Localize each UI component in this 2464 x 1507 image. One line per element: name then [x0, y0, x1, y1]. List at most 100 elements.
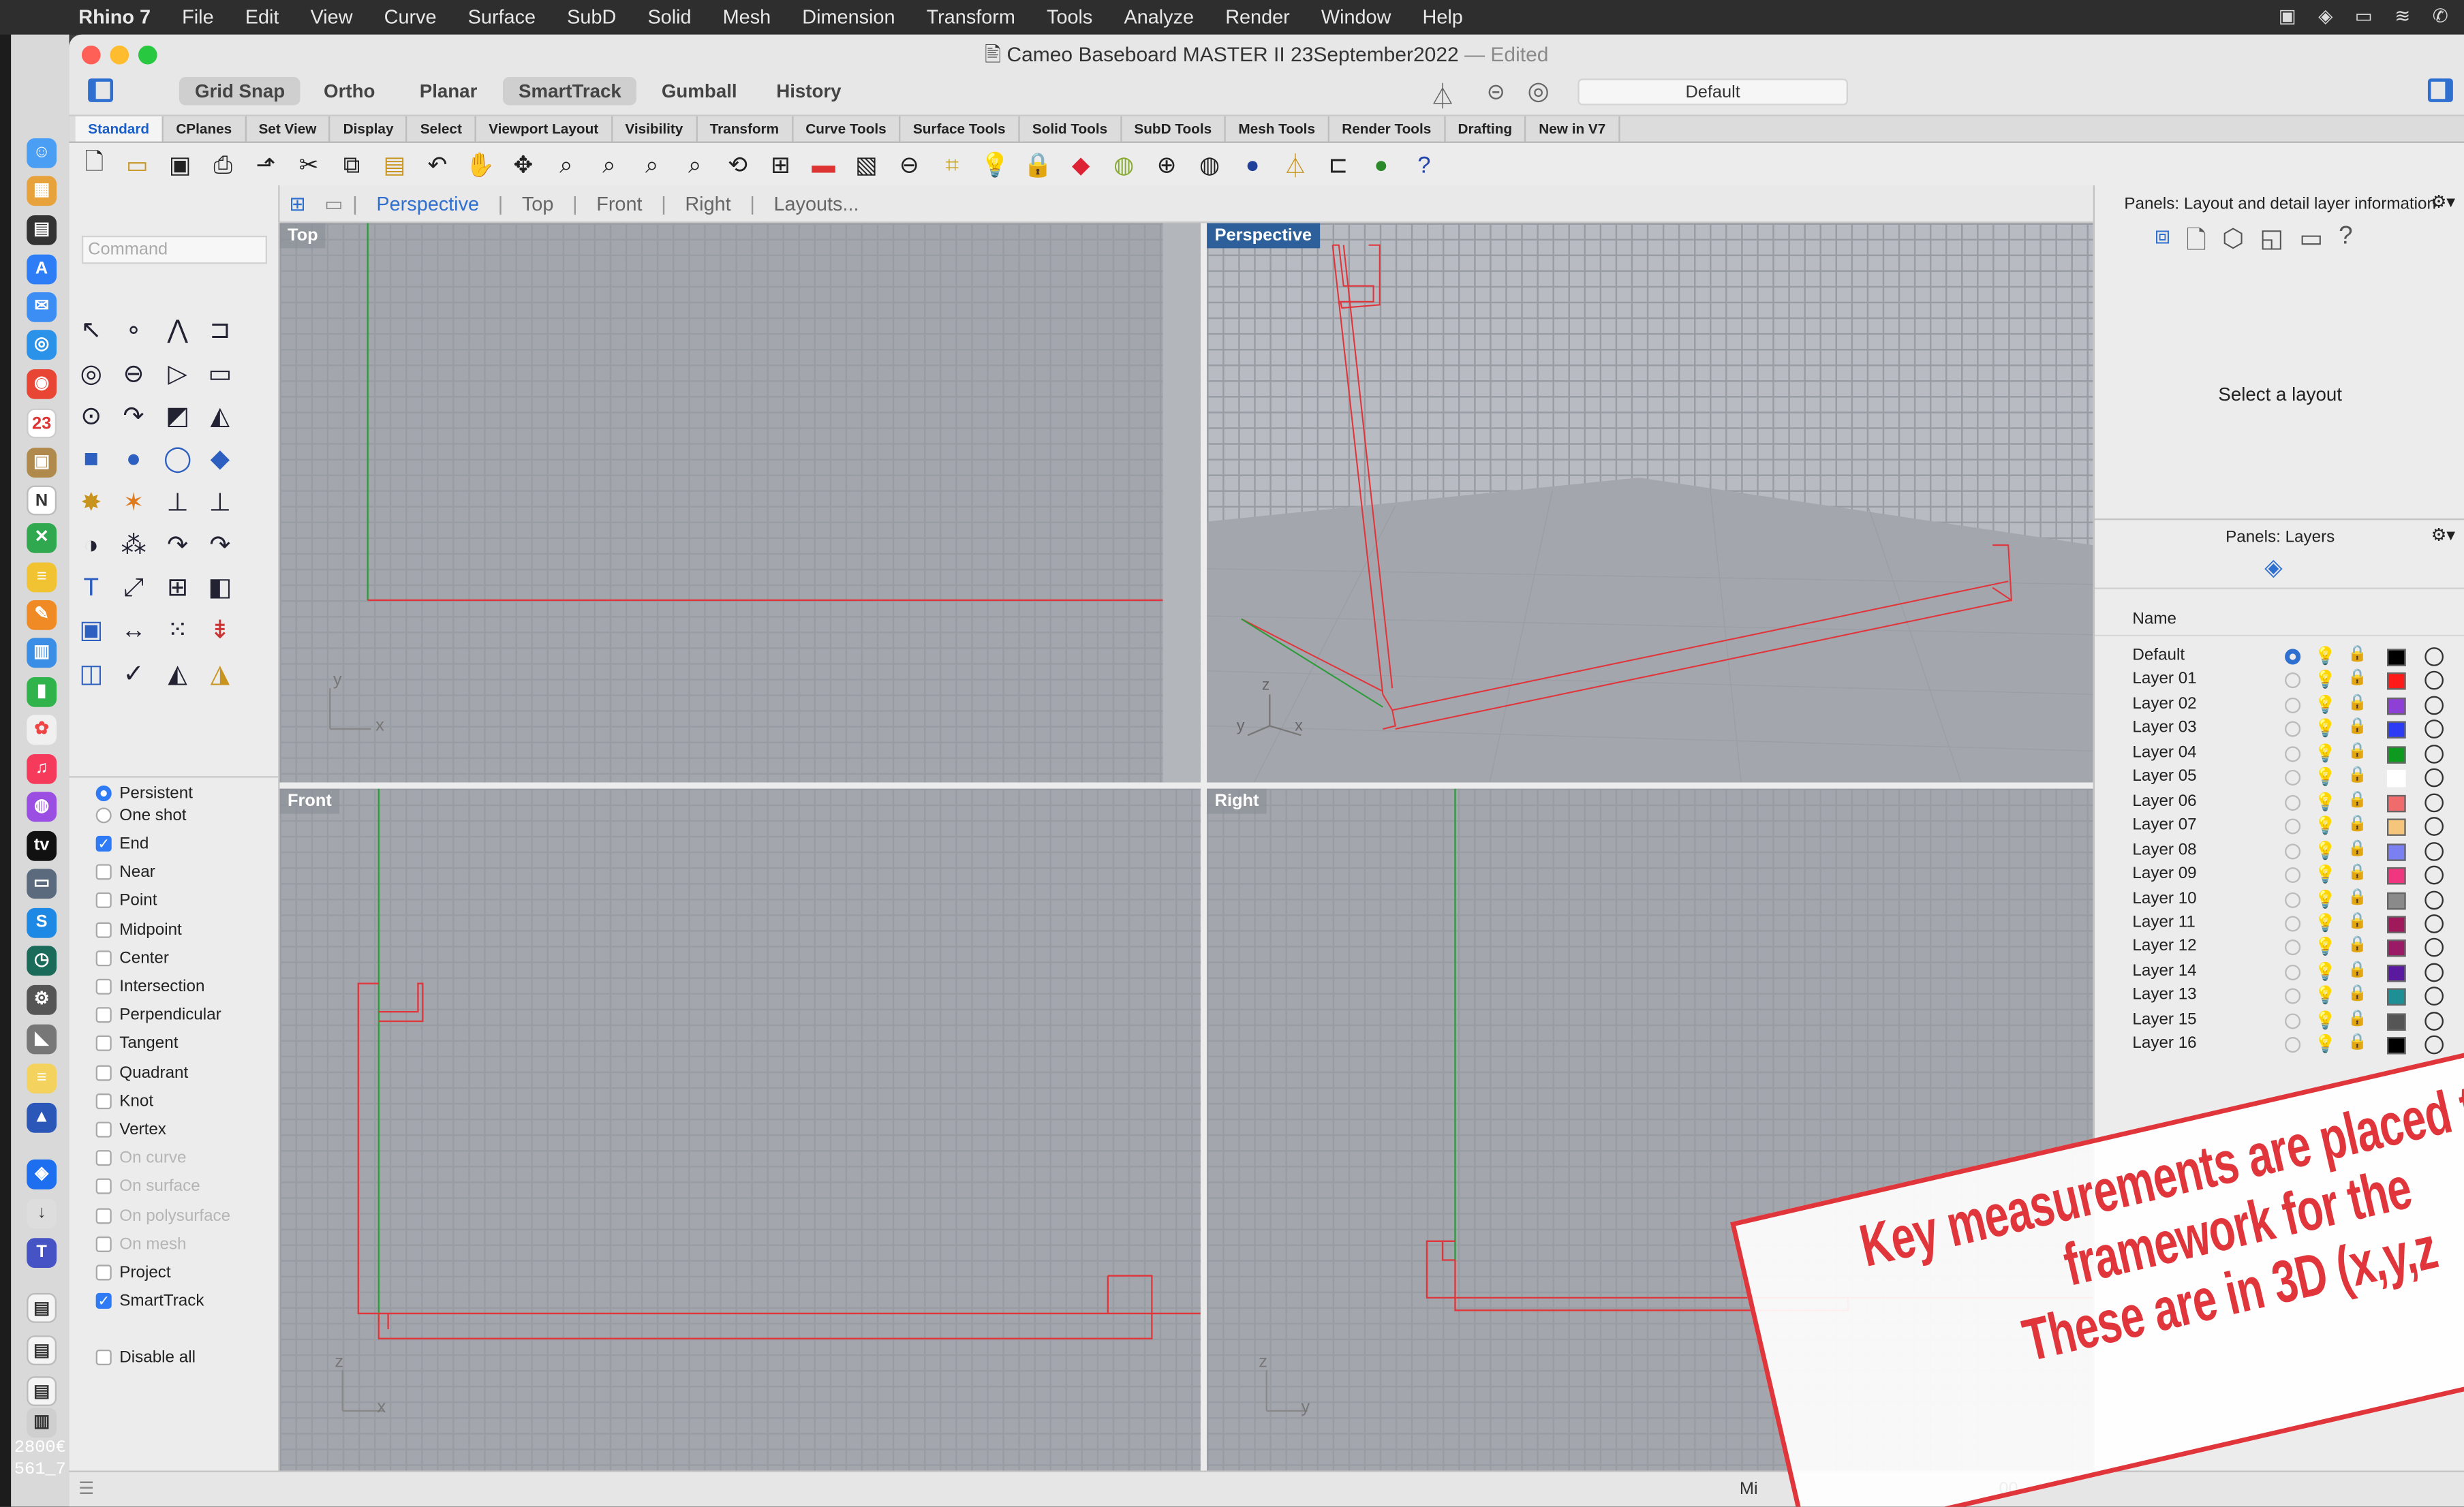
- layer-row[interactable]: Layer 08 💡 🔒: [2095, 840, 2464, 865]
- gear-icon[interactable]: ⚙▾: [2431, 191, 2455, 213]
- sidebar-toggle-icon[interactable]: [88, 78, 114, 102]
- menu-edit[interactable]: Edit: [230, 6, 295, 28]
- rhino-app-icon[interactable]: ◣: [27, 1024, 57, 1055]
- layer-row[interactable]: Layer 04 💡 🔒: [2095, 743, 2464, 767]
- current-layer-radio[interactable]: [2285, 673, 2301, 689]
- one-shot-radio[interactable]: One shot: [95, 803, 187, 828]
- layer-color-swatch[interactable]: [2386, 964, 2406, 982]
- four-viewports-icon[interactable]: ⊞: [762, 148, 799, 183]
- tab-select[interactable]: Select: [407, 116, 476, 142]
- dimension-icon[interactable]: ⏃: [1276, 148, 1314, 183]
- gear-icon[interactable]: ⚙▾: [2431, 525, 2455, 546]
- trash-icon[interactable]: ▥: [27, 1408, 57, 1438]
- help-icon[interactable]: ?: [1405, 148, 1443, 183]
- lightbulb-icon[interactable]: 💡: [2315, 1034, 2337, 1055]
- material-icon[interactable]: ●: [1362, 148, 1400, 183]
- lightbulb-icon[interactable]: 💡: [2315, 1010, 2337, 1031]
- rotate-icon[interactable]: ⟲: [719, 148, 756, 183]
- lock-icon[interactable]: 🔒: [2347, 864, 2367, 881]
- sphere-icon[interactable]: ●: [117, 443, 151, 478]
- tab-right[interactable]: Right: [666, 192, 750, 214]
- split-icon[interactable]: ⊥: [202, 487, 237, 522]
- layer-row[interactable]: Layer 14 💡 🔒: [2095, 961, 2464, 986]
- osnap-end-checkbox[interactable]: ✓ End: [95, 831, 149, 856]
- array-icon[interactable]: ⊞: [160, 572, 195, 606]
- lightbulb-icon[interactable]: 💡: [2315, 840, 2337, 860]
- mission-control-icon[interactable]: ▤: [27, 215, 57, 245]
- tab-render-tools[interactable]: Render Tools: [1329, 116, 1446, 142]
- viewport-top[interactable]: Top y x: [279, 223, 1201, 783]
- material-circle-icon[interactable]: [2424, 696, 2444, 715]
- material-circle-icon[interactable]: [2424, 914, 2444, 933]
- material-circle-icon[interactable]: [2424, 671, 2444, 691]
- lock-icon[interactable]: 🔒: [1019, 148, 1057, 183]
- zoom-extents-icon[interactable]: ⌕: [633, 148, 671, 183]
- render-icon[interactable]: ◮: [202, 658, 237, 693]
- tab-solid-tools[interactable]: Solid Tools: [1019, 116, 1122, 142]
- mesh-icon[interactable]: ◭: [160, 658, 195, 693]
- current-layer-radio[interactable]: [2285, 1037, 2301, 1053]
- lock-icon[interactable]: 🔒: [2347, 937, 2367, 954]
- lock-icon[interactable]: 🔒: [2347, 646, 2367, 663]
- layer-color-swatch[interactable]: [2386, 721, 2406, 739]
- trim-icon[interactable]: ⊥: [160, 487, 195, 522]
- layer-color-swatch[interactable]: [2386, 867, 2406, 885]
- layer-row[interactable]: Layer 11 💡 🔒: [2095, 913, 2464, 937]
- lock-icon[interactable]: 🔒: [2347, 694, 2367, 711]
- lightbulb-icon[interactable]: 💡: [2315, 986, 2337, 1006]
- dimension-icon[interactable]: ↔: [117, 615, 151, 649]
- sweep-icon[interactable]: ↷: [160, 529, 195, 564]
- material-circle-icon[interactable]: [2424, 865, 2444, 885]
- layer-color-icon[interactable]: ◆: [1062, 148, 1100, 183]
- lightbulb-icon[interactable]: 💡: [2315, 792, 2337, 812]
- lightbulb-icon[interactable]: 💡: [2315, 694, 2337, 715]
- lock-icon[interactable]: 🔒: [2347, 1010, 2367, 1027]
- panel-toggle-icon[interactable]: [2427, 78, 2453, 102]
- zoom-selected-icon[interactable]: ⌕: [676, 148, 713, 183]
- menu-analyze[interactable]: Analyze: [1108, 6, 1210, 28]
- layer-color-swatch[interactable]: [2386, 745, 2406, 764]
- osnap-smarttrack-checkbox[interactable]: ✓ SmartTrack: [95, 1288, 204, 1314]
- viewport-perspective[interactable]: Perspective z y x: [1207, 223, 2093, 783]
- current-layer-radio[interactable]: [2285, 939, 2301, 957]
- mirror-icon[interactable]: ◧: [202, 572, 237, 606]
- osnap-intersection-checkbox[interactable]: Intersection: [95, 974, 204, 999]
- paste-icon[interactable]: ▤: [375, 148, 413, 183]
- document-icon[interactable]: ▤: [27, 1376, 57, 1406]
- smarttrack-toggle[interactable]: SmartTrack: [502, 76, 637, 106]
- material-circle-icon[interactable]: [2424, 963, 2444, 982]
- current-layer-radio[interactable]: [2285, 745, 2301, 762]
- unroll-icon[interactable]: ◫: [74, 658, 108, 693]
- layer-color-swatch[interactable]: [2386, 843, 2406, 860]
- box-icon[interactable]: ■: [74, 443, 108, 478]
- lightbulb-icon[interactable]: 💡: [2315, 961, 2337, 982]
- safari-icon[interactable]: ◎: [27, 330, 57, 360]
- menu-tools[interactable]: Tools: [1031, 6, 1108, 28]
- document-icon[interactable]: ▤: [27, 1335, 57, 1366]
- lock-icon[interactable]: 🔒: [2347, 743, 2367, 760]
- lock-icon[interactable]: 🔒: [2347, 719, 2367, 736]
- osnap-midpoint-checkbox[interactable]: Midpoint: [95, 917, 182, 942]
- loft-icon[interactable]: ◭: [202, 401, 237, 435]
- material-circle-icon[interactable]: [2424, 792, 2444, 812]
- viewport-front[interactable]: Front z x: [279, 788, 1201, 1471]
- layer-row[interactable]: Layer 05 💡 🔒: [2095, 767, 2464, 792]
- material-circle-icon[interactable]: [2424, 1011, 2444, 1031]
- system-preferences-icon[interactable]: ⚙: [27, 984, 57, 1015]
- tab-transform[interactable]: Transform: [697, 116, 793, 142]
- tab-layouts[interactable]: Layouts...: [755, 192, 878, 214]
- current-layer-radio[interactable]: [2285, 891, 2301, 907]
- teams-icon[interactable]: T: [27, 1238, 57, 1269]
- tab-top[interactable]: Top: [503, 192, 572, 214]
- layer-color-swatch[interactable]: [2386, 818, 2406, 837]
- color-wheel-icon[interactable]: ◍: [1105, 148, 1142, 183]
- history-toggle[interactable]: History: [760, 77, 857, 106]
- layer-row[interactable]: Layer 16 💡 🔒: [2095, 1034, 2464, 1059]
- material-circle-icon[interactable]: [2424, 890, 2444, 910]
- photos-icon[interactable]: ✿: [27, 715, 57, 745]
- podcasts-icon[interactable]: ◍: [27, 792, 57, 822]
- battery-icon[interactable]: ▭: [2355, 5, 2373, 27]
- finder-icon[interactable]: ☺: [27, 138, 57, 168]
- layer-row[interactable]: Layer 01 💡 🔒: [2095, 670, 2464, 694]
- current-layer-radio[interactable]: [2285, 770, 2301, 786]
